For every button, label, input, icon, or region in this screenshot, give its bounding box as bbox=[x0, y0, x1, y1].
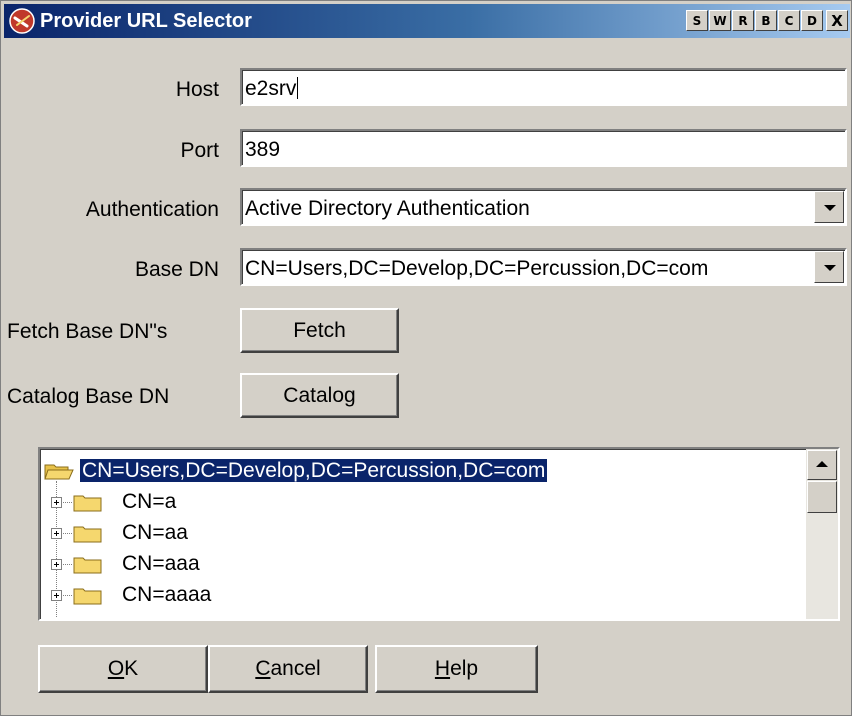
titlebar-button-b[interactable]: B bbox=[755, 10, 777, 31]
base-dn-label: Base DN bbox=[134, 258, 219, 281]
catalog-button[interactable]: Catalog bbox=[240, 373, 399, 418]
folder-icon bbox=[73, 495, 102, 512]
title-bar[interactable]: Provider URL Selector S W R B C D X bbox=[4, 4, 850, 38]
titlebar-button-r[interactable]: R bbox=[732, 10, 754, 31]
help-mnemonic: H bbox=[434, 657, 451, 680]
titlebar-button-d[interactable]: D bbox=[801, 10, 823, 31]
chevron-down-icon[interactable] bbox=[814, 251, 844, 283]
port-value: 389 bbox=[245, 138, 281, 161]
ok-button[interactable]: OK bbox=[38, 645, 208, 693]
tree-connector bbox=[63, 502, 72, 503]
folder-icon bbox=[73, 557, 102, 574]
catalog-base-dn-label: Catalog Base DN bbox=[7, 385, 170, 408]
help-label: elp bbox=[450, 657, 479, 680]
chevron-down-icon[interactable] bbox=[814, 191, 844, 223]
expand-icon[interactable] bbox=[51, 590, 62, 601]
host-value: e2srv bbox=[245, 77, 297, 100]
tree-connector bbox=[63, 595, 72, 596]
vertical-scrollbar[interactable] bbox=[806, 449, 838, 619]
titlebar-buttons: S W R B C D X bbox=[686, 10, 848, 31]
window-title: Provider URL Selector bbox=[40, 10, 252, 32]
tree-item[interactable]: CN=a bbox=[122, 490, 176, 514]
folder-icon bbox=[73, 588, 102, 605]
cancel-label: ancel bbox=[270, 657, 321, 680]
expand-icon[interactable] bbox=[51, 528, 62, 539]
ok-label: K bbox=[124, 657, 139, 680]
scroll-up-icon[interactable] bbox=[807, 450, 837, 480]
tree-connector bbox=[63, 533, 72, 534]
close-button[interactable]: X bbox=[826, 10, 848, 31]
tree-item[interactable]: CN=aa bbox=[122, 521, 188, 545]
tree-item[interactable]: CN=aaaa bbox=[122, 583, 211, 607]
base-dn-value: CN=Users,DC=Develop,DC=Percussion,DC=com bbox=[245, 257, 709, 280]
folder-icon bbox=[73, 526, 102, 543]
expand-icon[interactable] bbox=[51, 559, 62, 570]
authentication-select[interactable]: Active Directory Authentication bbox=[240, 188, 847, 226]
authentication-label: Authentication bbox=[85, 198, 219, 221]
host-label: Host bbox=[175, 78, 219, 101]
tree-connector bbox=[63, 564, 72, 565]
tree-root-item[interactable]: CN=Users,DC=Develop,DC=Percussion,DC=com bbox=[80, 459, 548, 483]
dn-tree[interactable]: CN=Users,DC=Develop,DC=Percussion,DC=com… bbox=[38, 447, 840, 621]
ok-mnemonic: O bbox=[107, 657, 125, 680]
host-input[interactable]: e2srv bbox=[240, 68, 847, 106]
text-caret bbox=[297, 77, 299, 99]
cancel-mnemonic: C bbox=[255, 657, 271, 680]
titlebar-button-w[interactable]: W bbox=[709, 10, 731, 31]
help-button[interactable]: Help bbox=[375, 645, 538, 693]
no-entry-icon bbox=[9, 8, 35, 34]
fetch-button[interactable]: Fetch bbox=[240, 308, 399, 353]
tree-item[interactable]: CN=aaa bbox=[122, 552, 200, 576]
fetch-base-dn-label: Fetch Base DN"s bbox=[7, 320, 168, 343]
scroll-thumb[interactable] bbox=[807, 481, 837, 513]
authentication-value: Active Directory Authentication bbox=[245, 197, 530, 220]
base-dn-select[interactable]: CN=Users,DC=Develop,DC=Percussion,DC=com bbox=[240, 248, 847, 286]
port-label: Port bbox=[180, 139, 219, 162]
open-folder-icon bbox=[44, 464, 74, 480]
port-input[interactable]: 389 bbox=[240, 129, 847, 167]
titlebar-button-s[interactable]: S bbox=[686, 10, 708, 31]
cancel-button[interactable]: Cancel bbox=[208, 645, 368, 693]
provider-url-selector-dialog: Provider URL Selector S W R B C D X Host… bbox=[0, 0, 852, 716]
titlebar-button-c[interactable]: C bbox=[778, 10, 800, 31]
expand-icon[interactable] bbox=[51, 497, 62, 508]
tree-root-label: CN=Users,DC=Develop,DC=Percussion,DC=com bbox=[80, 459, 548, 482]
